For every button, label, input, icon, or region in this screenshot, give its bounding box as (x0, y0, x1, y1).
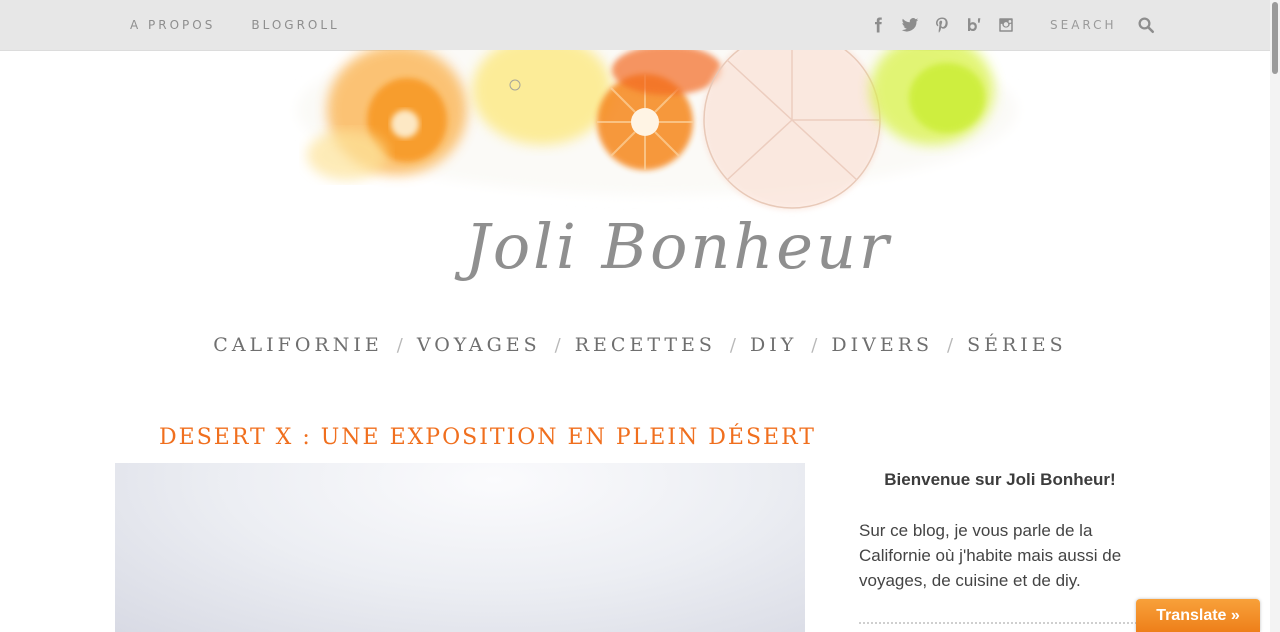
social-icons (868, 0, 1016, 50)
post-title[interactable]: DESERT X : UNE EXPOSITION EN PLEIN DÉSER… (159, 425, 816, 450)
post-featured-image[interactable] (115, 463, 805, 632)
search-input[interactable] (1050, 18, 1132, 32)
search-icon[interactable] (1136, 15, 1156, 35)
instagram-icon[interactable] (996, 15, 1016, 35)
sidebar-welcome-text: Sur ce blog, je vous parle de la Califor… (859, 521, 1122, 590)
nav-separator: / (811, 334, 818, 356)
scrollbar[interactable] (1270, 0, 1280, 632)
nav-separator: / (396, 334, 403, 356)
nav-item-voyages[interactable]: VOYAGES (417, 334, 541, 356)
nav-item-divers[interactable]: DIVERS (831, 334, 933, 356)
top-bar: A PROPOS BLOGROLL (0, 0, 1270, 51)
nav-item-diy[interactable]: DIY (750, 334, 797, 356)
nav-separator: / (554, 334, 561, 356)
nav-item-series[interactable]: SÉRIES (967, 334, 1067, 356)
sidebar-divider (859, 622, 1141, 624)
translate-button[interactable]: Translate » (1136, 599, 1260, 632)
nav-item-recettes[interactable]: RECETTES (575, 334, 716, 356)
nav-separator: / (947, 334, 954, 356)
nav-separator: / (729, 334, 736, 356)
scrollbar-thumb[interactable] (1272, 2, 1278, 74)
main-nav: CALIFORNIE / VOYAGES / RECETTES / DIY / … (0, 330, 1280, 360)
site-logo-text: Joli Bonheur (454, 210, 892, 283)
watercolor-fruits-illustration: Joli Bonheur (297, 25, 1017, 283)
sidebar-welcome-title: Bienvenue sur Joli Bonheur! (884, 470, 1116, 489)
bloglovin-icon[interactable] (964, 15, 984, 35)
header-banner[interactable]: Joli Bonheur (287, 25, 1037, 300)
search-box (1050, 0, 1160, 50)
top-nav: A PROPOS BLOGROLL (130, 0, 340, 50)
twitter-icon[interactable] (900, 15, 920, 35)
nav-item-californie[interactable]: CALIFORNIE (213, 334, 382, 356)
top-link-a-propos[interactable]: A PROPOS (130, 18, 215, 32)
pinterest-icon[interactable] (932, 15, 952, 35)
facebook-icon[interactable] (868, 15, 888, 35)
top-link-blogroll[interactable]: BLOGROLL (251, 18, 339, 32)
